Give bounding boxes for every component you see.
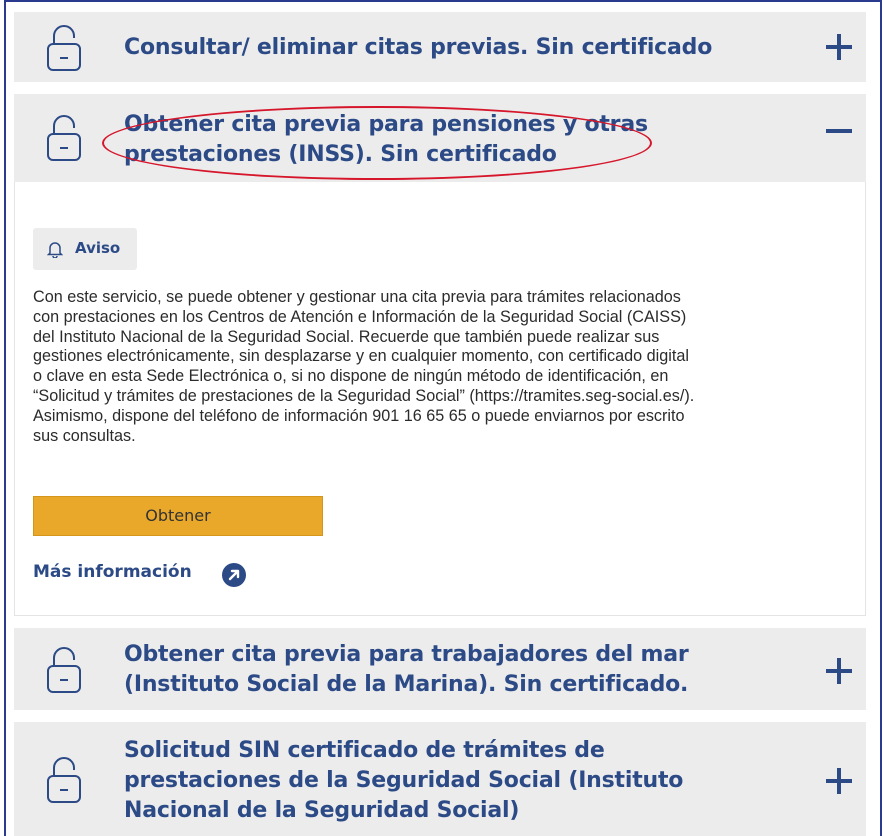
accordion-title[interactable]: Consultar/ eliminar citas previas. Sin c… — [124, 33, 712, 63]
notice-label: Aviso — [75, 239, 121, 257]
unlock-icon — [47, 757, 81, 803]
accordion-title[interactable]: Solicitud SIN certificado de trámites de… — [124, 736, 683, 826]
plus-icon[interactable] — [826, 768, 852, 794]
accordion-item-solicitud[interactable]: Solicitud SIN certificado de trámites de… — [14, 722, 866, 836]
accordion-title[interactable]: Obtener cita previa para trabajadores de… — [124, 640, 689, 700]
unlock-icon — [47, 115, 81, 161]
accordion-item-consultar[interactable]: Consultar/ eliminar citas previas. Sin c… — [14, 12, 866, 82]
external-link-icon[interactable] — [221, 562, 247, 588]
minus-icon[interactable] — [826, 128, 852, 134]
obtain-button[interactable]: Obtener — [33, 496, 323, 536]
accordion-item-marina[interactable]: Obtener cita previa para trabajadores de… — [14, 628, 866, 710]
accordion-item-obtener-inss[interactable]: Obtener cita previa para pensiones y otr… — [14, 94, 866, 182]
plus-icon[interactable] — [826, 34, 852, 60]
notice-badge: Aviso — [33, 228, 137, 270]
more-info-link[interactable]: Más información — [33, 562, 192, 582]
accordion-title[interactable]: Obtener cita previa para pensiones y otr… — [124, 110, 648, 170]
service-description: Con este servicio, se puede obtener y ge… — [33, 288, 695, 445]
plus-icon[interactable] — [826, 658, 852, 684]
accordion-panel: Aviso Con este servicio, se puede obtene… — [14, 182, 866, 616]
unlock-icon — [47, 25, 81, 71]
bell-icon — [47, 242, 63, 258]
unlock-icon — [47, 647, 81, 693]
